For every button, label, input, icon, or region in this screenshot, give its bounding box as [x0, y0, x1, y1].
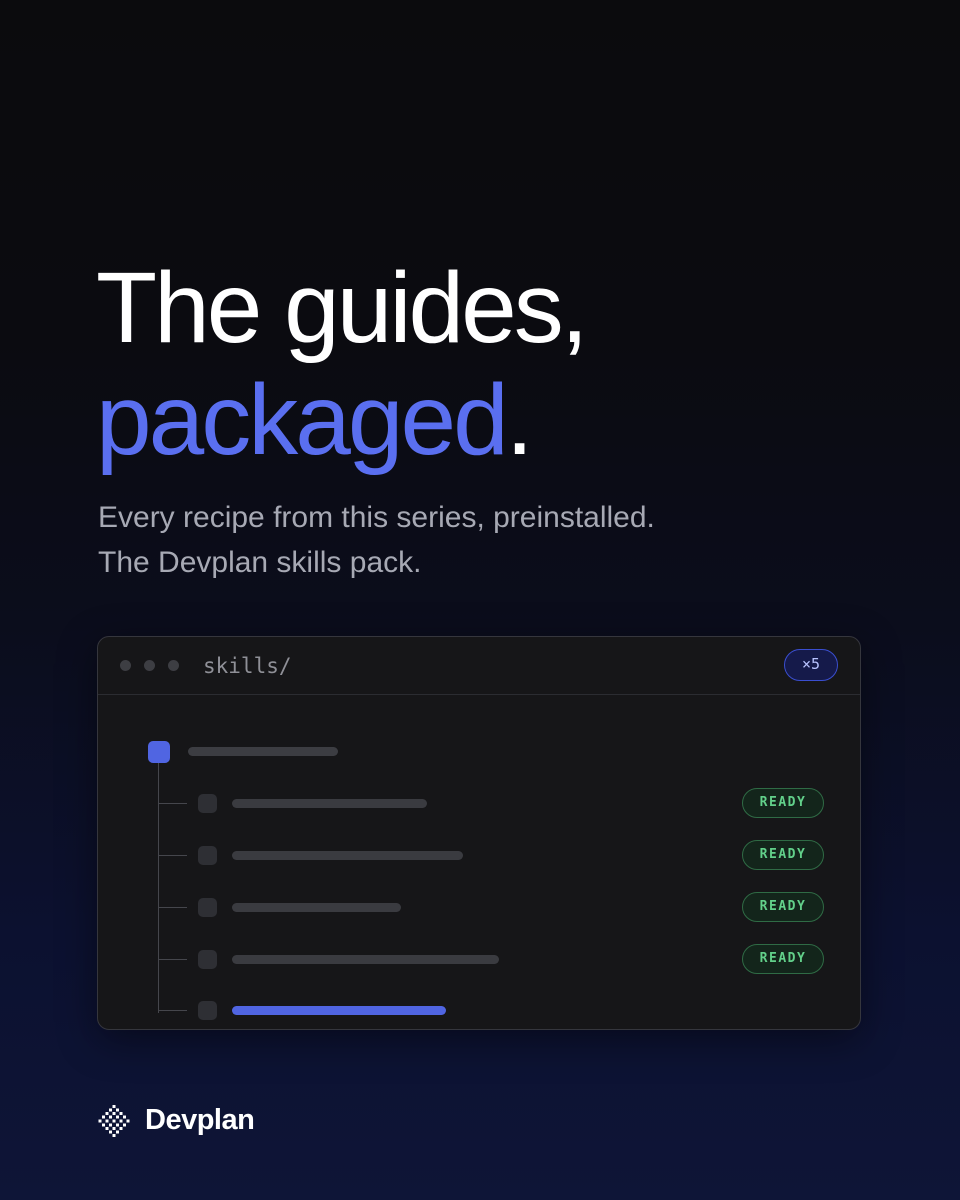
tree-branch-line	[159, 907, 187, 908]
tree-branch-line	[159, 855, 187, 856]
ready-badge: READY	[742, 788, 824, 818]
headline-period: .	[505, 364, 534, 476]
brand-name: Devplan	[145, 1104, 255, 1136]
tree-branch-line	[159, 959, 187, 960]
skill-progress-bar	[232, 1006, 446, 1015]
tree-branch-line	[159, 803, 187, 804]
skills-window: skills/ ×5 READY READY READY READY	[97, 636, 861, 1030]
tree-branch-line	[159, 1010, 187, 1011]
ready-badge: READY	[742, 944, 824, 974]
subtitle-line-1: Every recipe from this series, preinstal…	[98, 501, 655, 534]
headline-line-1: The guides,	[96, 252, 589, 364]
skill-name-placeholder	[232, 903, 401, 912]
skill-file-icon	[198, 1001, 217, 1020]
hero-subtitle: Every recipe from this series, preinstal…	[98, 495, 655, 585]
root-folder-placeholder	[188, 747, 338, 756]
checker-diamond-logo-icon	[98, 1105, 130, 1137]
skill-name-placeholder	[232, 851, 463, 860]
root-folder-icon	[148, 741, 170, 763]
headline-accent-word: packaged	[96, 364, 509, 476]
skill-row[interactable]: READY	[98, 892, 860, 922]
subtitle-line-2: The Devplan skills pack.	[98, 546, 422, 579]
skill-row[interactable]: READY	[98, 788, 860, 818]
skill-file-icon	[198, 898, 217, 917]
skills-tree: READY READY READY READY	[98, 637, 860, 1029]
skill-file-icon	[198, 794, 217, 813]
hero-headline: The guides, packaged.	[96, 252, 589, 476]
skill-name-placeholder	[232, 955, 499, 964]
headline-line-2: packaged.	[96, 364, 586, 476]
skill-row-active[interactable]	[98, 999, 860, 1023]
skill-file-icon	[198, 846, 217, 865]
skill-file-icon	[198, 950, 217, 969]
skill-row[interactable]: READY	[98, 944, 860, 974]
ready-badge: READY	[742, 840, 824, 870]
skill-row[interactable]: READY	[98, 840, 860, 870]
ready-badge: READY	[742, 892, 824, 922]
skill-name-placeholder	[232, 799, 427, 808]
